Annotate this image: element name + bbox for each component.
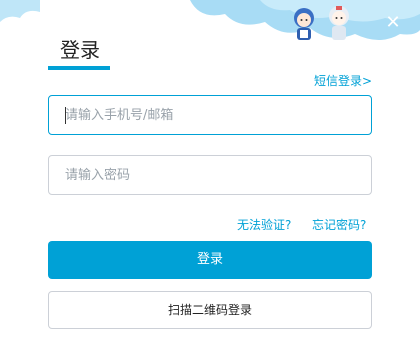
page-title: 登录	[60, 38, 100, 62]
password-input[interactable]	[49, 156, 371, 194]
password-field[interactable]	[48, 155, 372, 195]
close-icon: ✕	[385, 12, 401, 33]
qr-login-button[interactable]: 扫描二维码登录	[48, 291, 372, 329]
account-input[interactable]	[49, 96, 371, 134]
mascot-icon	[294, 6, 349, 40]
forgot-password-link[interactable]: 忘记密码?	[312, 216, 366, 233]
text-cursor	[65, 107, 66, 124]
account-field[interactable]	[48, 95, 372, 135]
close-button[interactable]: ✕	[382, 12, 404, 34]
tab-login: 登录	[48, 30, 110, 70]
sms-login-link[interactable]: 短信登录>	[314, 72, 372, 89]
login-button[interactable]: 登录	[48, 241, 372, 279]
tab-underline	[48, 66, 110, 70]
cannot-verify-link[interactable]: 无法验证?	[237, 216, 291, 233]
